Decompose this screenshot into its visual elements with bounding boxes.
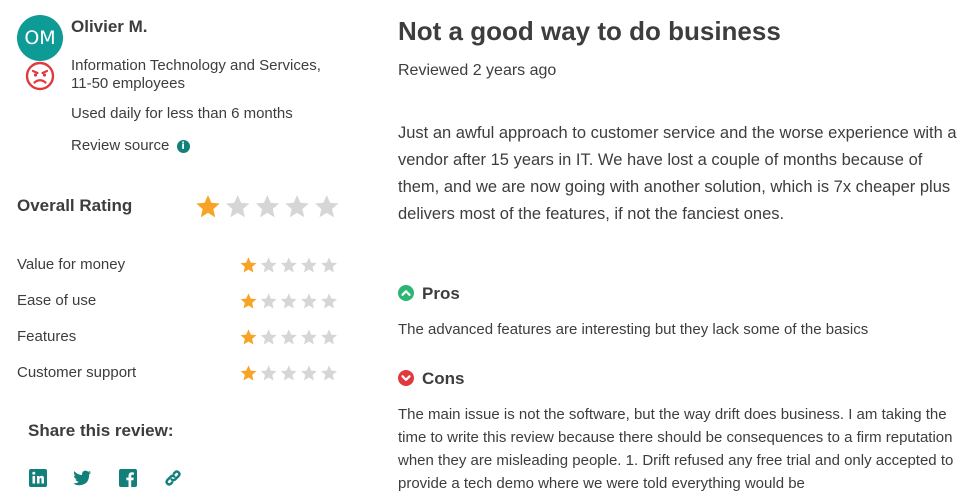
star-empty-icon: [301, 293, 317, 309]
star-rating-icon: [240, 257, 337, 273]
star-empty-icon: [301, 365, 317, 381]
rating-stars-value-for-money: [239, 256, 340, 274]
star-empty-icon: [280, 365, 297, 381]
pros-label: Pros: [422, 284, 460, 303]
pros-heading: Pros: [398, 284, 460, 304]
avatar: OM: [17, 15, 63, 61]
cons-label: Cons: [422, 369, 465, 388]
star-empty-icon: [321, 257, 337, 273]
star-empty-icon: [301, 329, 317, 345]
star-empty-icon: [321, 293, 337, 309]
rating-label-value-for-money: Value for money: [17, 256, 126, 273]
star-filled-icon: [240, 329, 257, 345]
rating-label-customer-support: Customer support: [17, 364, 137, 381]
info-icon[interactable]: i: [176, 140, 190, 153]
industry-line: Information Technology and Services,: [71, 57, 321, 74]
star-empty-icon: [301, 257, 317, 273]
rating-stars-features: [239, 328, 340, 346]
star-empty-icon: [260, 329, 277, 345]
linkedin-icon[interactable]: [28, 468, 48, 488]
pros-text: The advanced features are interesting bu…: [398, 321, 869, 338]
star-empty-icon: [315, 195, 339, 218]
star-empty-icon: [280, 257, 297, 273]
cons-heading: Cons: [398, 369, 465, 389]
star-empty-icon: [321, 329, 337, 345]
star-filled-icon: [240, 257, 257, 273]
star-rating-icon: [240, 329, 337, 345]
star-empty-icon: [280, 329, 297, 345]
star-filled-icon: [196, 195, 220, 218]
rating-label-ease-of-use: Ease of use: [17, 292, 97, 309]
star-empty-icon: [226, 195, 250, 218]
review-body: Just an awful approach to customer servi…: [398, 124, 957, 223]
facebook-icon[interactable]: [118, 468, 138, 488]
review-content: Not a good way to do business Reviewed 2…: [398, 0, 970, 499]
star-empty-icon: [260, 365, 277, 381]
star-empty-icon: [255, 195, 280, 218]
overall-rating-stars: [194, 193, 342, 221]
star-empty-icon: [260, 293, 277, 309]
review-source-label: Review source: [71, 137, 170, 154]
review-date: Reviewed 2 years ago: [398, 62, 557, 79]
share-label: Share this review:: [28, 421, 174, 440]
link-icon[interactable]: [163, 468, 183, 488]
star-filled-icon: [240, 293, 257, 309]
reviewer-industry: Information Technology and Services, 11-…: [71, 57, 321, 93]
cons-text: The main issue is not the software, but …: [398, 406, 954, 492]
chevron-up-circle-icon: [398, 285, 414, 301]
reviewer-name: Olivier M.: [71, 17, 148, 36]
star-empty-icon: [285, 195, 309, 218]
star-rating-icon: [240, 365, 337, 381]
reviewer-panel: OM Olivier M. Information Technology and…: [0, 0, 360, 499]
company-size: 11-50 employees: [71, 75, 185, 92]
rating-stars-ease-of-use: [239, 292, 340, 310]
twitter-icon[interactable]: [72, 468, 92, 488]
star-empty-icon: [260, 257, 277, 273]
star-empty-icon: [280, 293, 297, 309]
review-title: Not a good way to do business: [398, 16, 781, 46]
rating-stars-customer-support: [239, 364, 340, 382]
star-filled-icon: [240, 365, 257, 381]
star-empty-icon: [321, 365, 337, 381]
chevron-down-circle-icon: [398, 370, 414, 386]
overall-rating-label: Overall Rating: [17, 196, 133, 215]
rating-label-features: Features: [17, 328, 77, 345]
review-source: Review source i: [71, 137, 190, 154]
angry-face-icon: [25, 61, 55, 91]
star-rating-icon: [196, 195, 339, 218]
star-rating-icon: [240, 293, 337, 309]
usage-duration: Used daily for less than 6 months: [71, 105, 293, 122]
